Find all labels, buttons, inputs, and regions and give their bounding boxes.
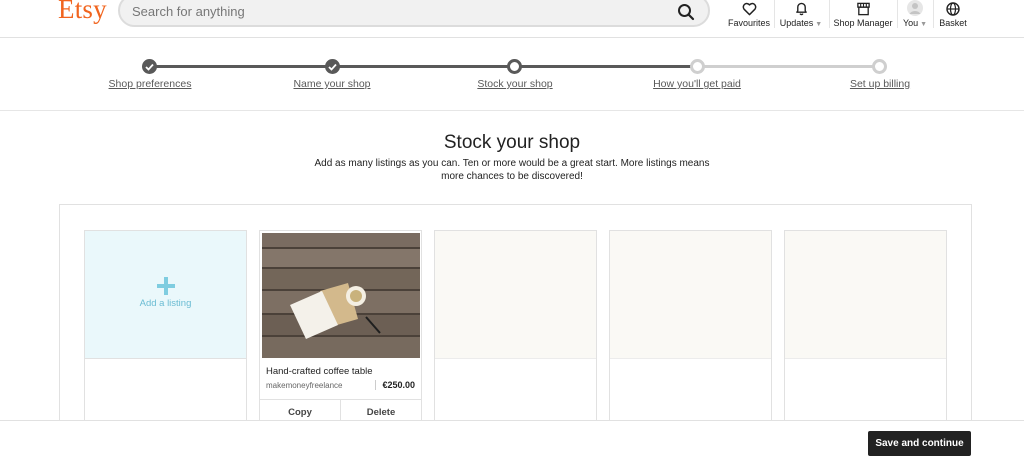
nav-updates[interactable]: Updates ▼ — [778, 0, 824, 30]
onboarding-progress: Shop preferences Name your shop Stock yo… — [0, 39, 1024, 111]
nav-divider — [829, 0, 830, 28]
save-and-continue-button[interactable]: Save and continue — [868, 431, 971, 456]
heart-icon — [742, 0, 757, 16]
add-listing-label: Add a listing — [139, 298, 192, 309]
globe-icon — [946, 0, 960, 16]
check-icon — [145, 63, 154, 71]
search-input[interactable] — [132, 2, 652, 20]
nav-shop-manager[interactable]: Shop Manager — [832, 0, 894, 30]
chevron-down-icon: ▼ — [815, 21, 823, 28]
step-set-up-billing[interactable]: Set up billing — [850, 78, 910, 90]
search-icon[interactable] — [676, 2, 696, 22]
listing-title[interactable]: Hand-crafted coffee table — [266, 366, 373, 377]
step-stock-your-shop[interactable]: Stock your shop — [477, 78, 552, 90]
step-node-todo — [872, 59, 887, 74]
step-node-todo — [690, 59, 705, 74]
nav-favourites[interactable]: Favourites — [727, 0, 771, 30]
progress-track-remaining — [698, 65, 880, 68]
step-shop-preferences[interactable]: Shop preferences — [109, 78, 192, 90]
bell-icon — [795, 0, 808, 16]
nav-favourites-label: Favourites — [727, 18, 771, 28]
check-icon — [328, 63, 337, 71]
search-bar[interactable] — [118, 0, 710, 27]
step-name-your-shop[interactable]: Name your shop — [293, 78, 370, 90]
chevron-down-icon: ▼ — [920, 21, 928, 28]
step-node-done — [325, 59, 340, 74]
nav-divider — [774, 0, 775, 28]
page-title: Stock your shop — [443, 132, 581, 153]
listing-photo — [262, 233, 420, 358]
nav-divider — [897, 0, 898, 28]
site-header: Etsy Favourites Updates▼ Shop Manager Yo… — [0, 0, 1024, 38]
listing-shop-name: makemoneyfreelance — [266, 381, 343, 390]
nav-you[interactable]: You ▼ — [901, 0, 929, 30]
nav-basket-label: Basket — [939, 18, 967, 28]
listing-price: €250.00 — [375, 380, 415, 390]
nav-divider — [933, 0, 934, 28]
subtitle-line: more chances to be discovered! — [441, 171, 583, 182]
nav-updates-label: Updates — [779, 18, 814, 28]
subtitle-line: Add as many listings as you can. Ten or … — [314, 158, 710, 169]
plus-icon — [157, 277, 175, 295]
step-node-current — [507, 59, 522, 74]
page-subtitle: Add as many listings as you can. Ten or … — [312, 157, 712, 183]
nav-basket[interactable]: Basket — [936, 0, 970, 30]
step-node-done — [142, 59, 157, 74]
sticky-footer: Save and continue — [0, 420, 1024, 463]
shop-icon — [856, 0, 871, 16]
nav-shop-manager-label: Shop Manager — [833, 18, 893, 28]
nav-you-label: You — [902, 18, 919, 28]
etsy-logo[interactable]: Etsy — [58, 0, 107, 25]
step-how-youll-get-paid[interactable]: How you'll get paid — [653, 78, 741, 90]
avatar — [907, 0, 923, 16]
progress-track-partial — [516, 65, 698, 68]
